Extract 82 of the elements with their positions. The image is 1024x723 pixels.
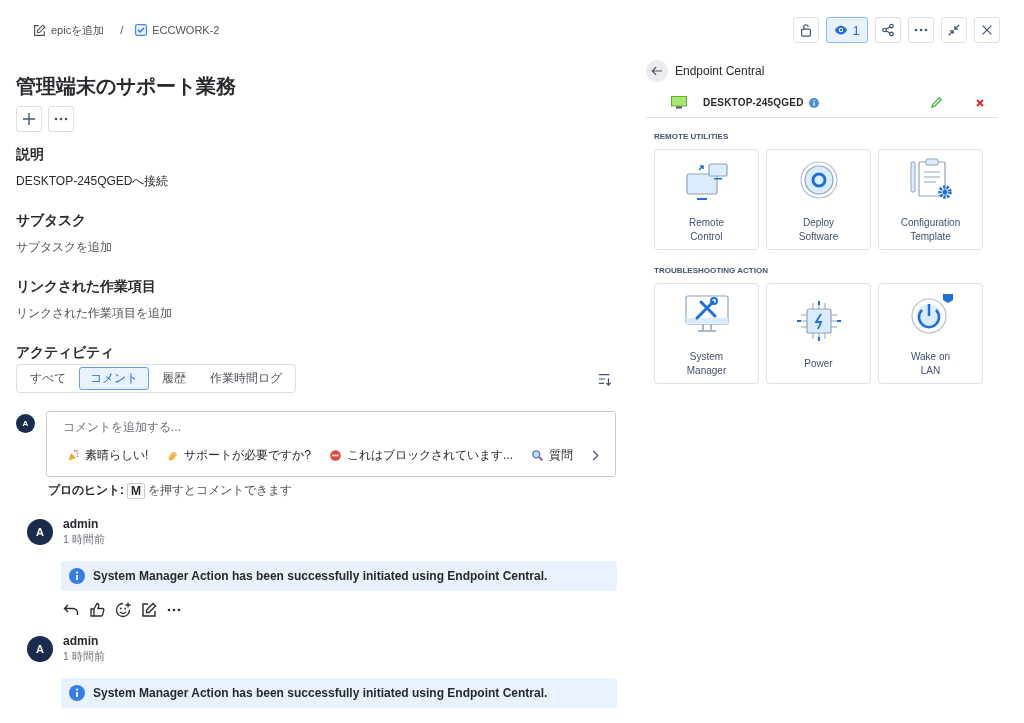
action-tile[interactable]: System Manager <box>654 283 759 384</box>
user-avatar: A <box>27 636 53 662</box>
quick-reply-chip[interactable]: 素晴らしい! <box>63 445 153 466</box>
close-icon <box>980 23 994 37</box>
sort-icon <box>598 371 612 386</box>
eye-icon <box>834 23 849 37</box>
info-message: System Manager Action has been successfully initiated using Endpoint Central. <box>93 569 548 583</box>
issue-key-link[interactable]: ECCWORK-2 <box>135 24 220 36</box>
lock-button[interactable] <box>793 17 819 43</box>
minimize-button[interactable] <box>941 17 967 43</box>
comment-author: admin <box>63 517 100 531</box>
comment-time: 1 時間前 <box>63 533 105 547</box>
device-name: DESKTOP-245QGED <box>703 97 804 108</box>
add-epic-link[interactable]: epicを追加 <box>33 22 105 38</box>
unlocked-padlock-icon <box>799 23 813 37</box>
add-link[interactable]: リンクされた作業項目を追加 <box>16 305 616 322</box>
action-tile[interactable]: Deploy Software <box>766 149 871 250</box>
section-heading: サブタスク <box>16 212 87 230</box>
edit-icon <box>33 23 46 37</box>
left-arrow-icon <box>651 65 663 77</box>
next-button[interactable] <box>591 450 599 461</box>
add-link[interactable]: サブタスクを追加 <box>16 239 616 256</box>
collapse-arrows-icon <box>947 23 961 37</box>
user-avatar: A <box>16 414 35 433</box>
quick-reply-chip[interactable]: 質問 <box>527 445 578 466</box>
hint-text: を押すとコメントできます <box>148 482 292 499</box>
action-tile[interactable]: Configuration Template <box>878 149 983 250</box>
section-heading: アクティビティ <box>16 344 115 362</box>
panel-title: Endpoint Central <box>675 64 765 78</box>
comment-time: 1 時間前 <box>63 650 105 664</box>
group-heading: REMOTE UTILITIES <box>654 132 730 141</box>
share-button[interactable] <box>875 17 901 43</box>
chevron-right-icon <box>591 450 599 461</box>
quick-reply-chip[interactable]: これはブロックされています... <box>325 445 518 466</box>
more-icon <box>914 28 928 32</box>
group-heading: TROUBLESHOOTING ACTION <box>654 266 769 275</box>
close-button[interactable] <box>974 17 1000 43</box>
hint-label: プロのヒント: <box>48 482 124 499</box>
reply-button[interactable] <box>63 602 79 618</box>
party-popper-icon <box>67 449 80 462</box>
more-icon <box>54 117 68 121</box>
watch-button[interactable]: 1 <box>826 17 868 43</box>
edit-button[interactable] <box>141 602 157 618</box>
breadcrumb-separator: / <box>120 24 124 36</box>
section-heading: 説明 <box>16 146 45 164</box>
quick-reply-chip[interactable]: サポートが必要ですか? <box>162 445 316 466</box>
activity-tab[interactable]: コメント <box>79 367 149 390</box>
info-message: System Manager Action has been successfully initiated using Endpoint Central. <box>93 686 548 700</box>
no-entry-icon <box>329 449 343 462</box>
smiley-plus-icon <box>115 602 131 618</box>
info-icon <box>69 568 85 584</box>
activity-tab[interactable]: 履歴 <box>151 367 197 390</box>
magnifier-icon <box>531 449 545 462</box>
edit-icon <box>141 602 157 618</box>
add-reaction-button[interactable] <box>115 602 131 618</box>
checkbox-icon <box>135 24 148 36</box>
thumbs-up-icon <box>89 602 105 618</box>
reply-arrow-icon <box>63 602 79 618</box>
back-button[interactable] <box>646 60 668 82</box>
remove-button[interactable] <box>976 98 984 107</box>
info-icon <box>808 97 819 108</box>
waving-hand-icon <box>166 449 180 462</box>
action-tile[interactable]: Power <box>766 283 871 384</box>
monitor-icon <box>671 96 687 109</box>
issue-title: 管理端末のサポート業務 <box>16 74 237 99</box>
sort-button[interactable] <box>598 371 612 386</box>
keyboard-key: M <box>127 482 145 499</box>
user-avatar: A <box>27 519 53 545</box>
pencil-icon <box>931 97 942 108</box>
add-button[interactable] <box>16 106 42 132</box>
action-tile[interactable]: Remote Control <box>654 149 759 250</box>
close-icon <box>976 98 984 107</box>
info-icon <box>69 685 85 701</box>
activity-tab[interactable]: 作業時間ログ <box>199 367 293 390</box>
share-icon <box>881 23 895 37</box>
action-tile[interactable]: Wake on LAN <box>878 283 983 384</box>
plus-icon <box>22 112 36 126</box>
like-button[interactable] <box>89 602 105 618</box>
section-heading: リンクされた作業項目 <box>16 278 157 296</box>
description-text: DESKTOP-245QGEDへ接続 <box>16 173 170 190</box>
activity-tab[interactable]: すべて <box>19 367 77 390</box>
comment-author: admin <box>63 634 100 648</box>
